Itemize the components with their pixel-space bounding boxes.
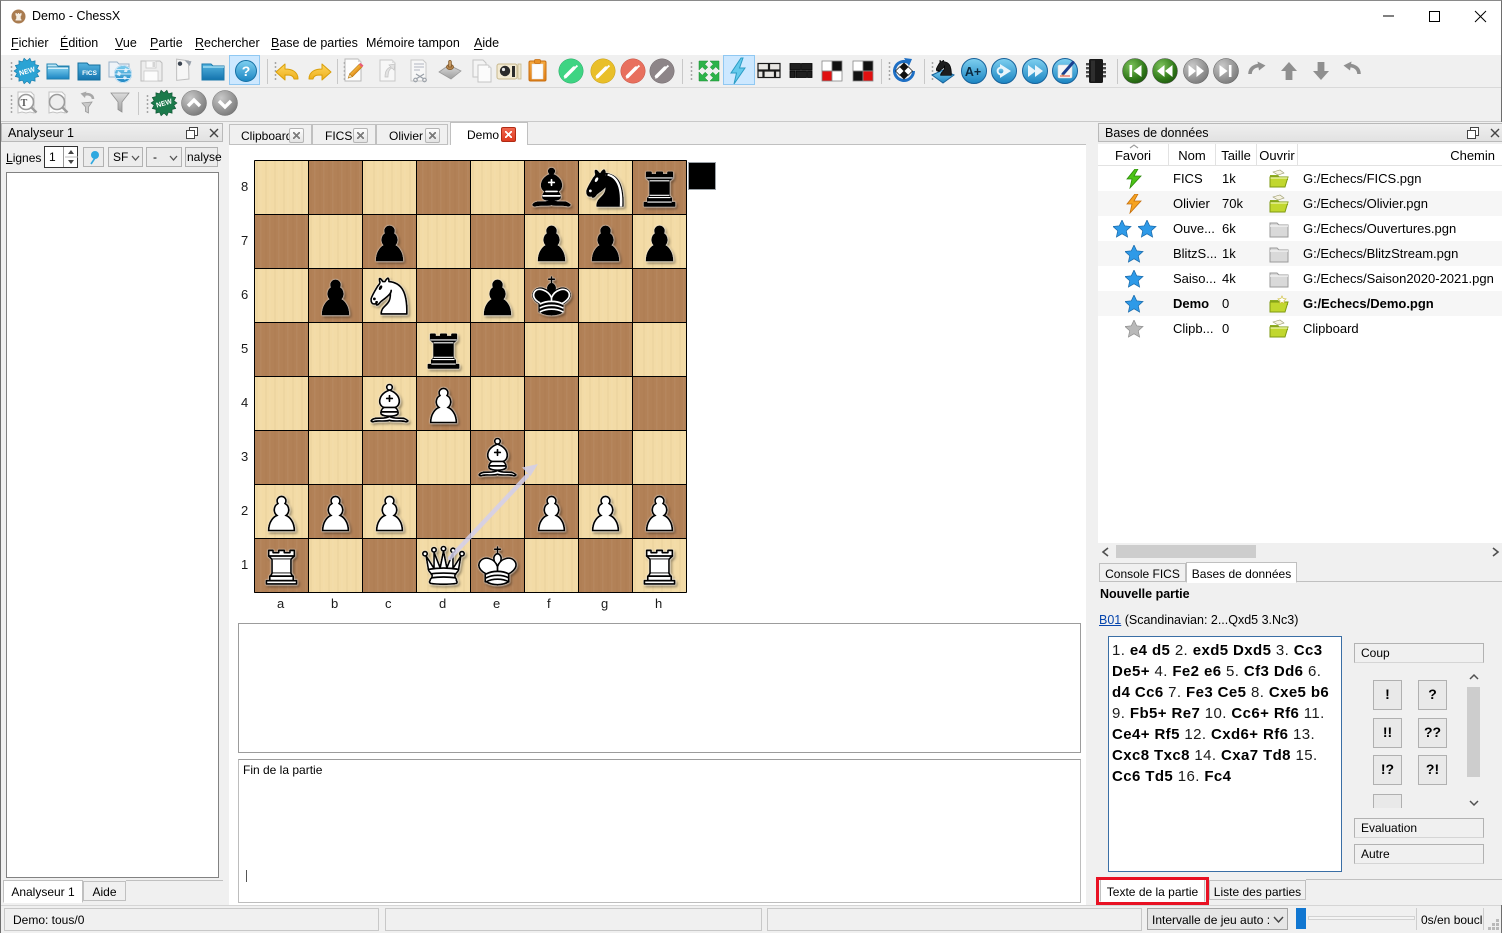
svg-text:FICS: FICS [82,70,97,77]
svg-text:A+: A+ [965,65,981,79]
svg-text:?: ? [242,63,251,79]
